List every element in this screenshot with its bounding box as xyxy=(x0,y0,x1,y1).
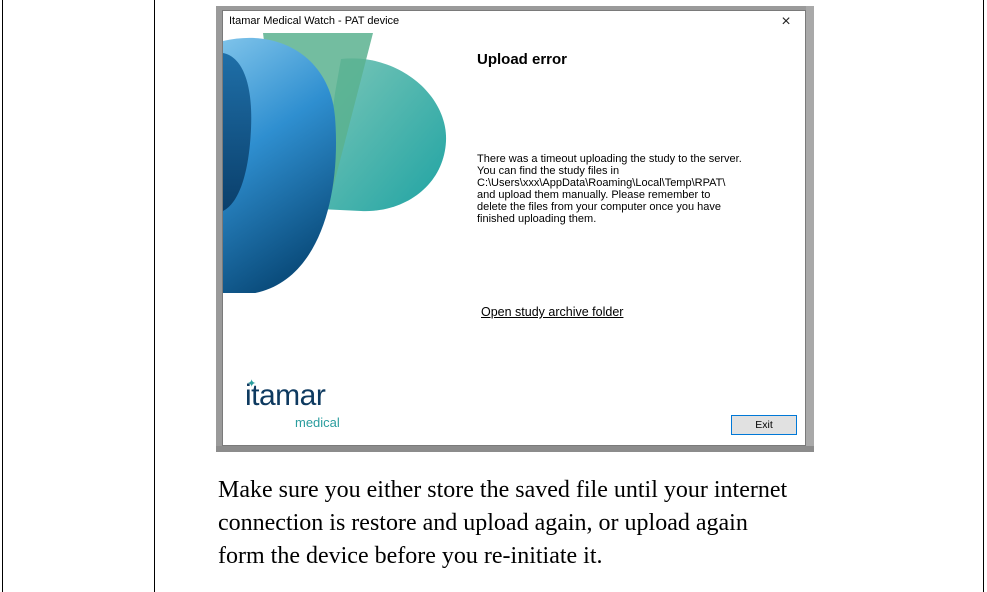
upload-error-dialog: Itamar Medical Watch - PAT device × Uplo… xyxy=(222,10,806,446)
close-icon[interactable]: × xyxy=(777,13,795,31)
logo-word: itamar xyxy=(245,379,326,412)
logo-subtitle: medical xyxy=(295,415,340,430)
message-line: and upload them manually. Please remembe… xyxy=(477,189,711,201)
instruction-line: form the device before you re-initiate i… xyxy=(218,543,603,569)
message-line: You can find the study files in xyxy=(477,165,620,177)
background-window-strip xyxy=(806,6,814,452)
message-line: delete the files from your computer once… xyxy=(477,201,721,213)
message-line: There was a timeout uploading the study … xyxy=(477,153,742,165)
instruction-line: Make sure you either store the saved fil… xyxy=(218,477,788,503)
dialog-heading: Upload error xyxy=(477,51,568,68)
instruction-text: Make sure you either store the saved fil… xyxy=(218,474,983,573)
brand-artwork xyxy=(223,33,453,293)
window-title: Itamar Medical Watch - PAT device xyxy=(229,15,400,27)
title-bar: Itamar Medical Watch - PAT device × xyxy=(223,11,805,33)
error-message: There was a timeout uploading the study … xyxy=(477,153,807,225)
exit-button[interactable]: Exit xyxy=(731,415,797,435)
dialog-screenshot: Itamar Medical Watch - PAT device × Uplo… xyxy=(216,6,814,452)
itamar-logo: ✦ itamar medical xyxy=(245,378,355,430)
open-archive-folder-link[interactable]: Open study archive folder xyxy=(481,305,623,319)
message-line: C:\Users\xxx\AppData\Roaming\Local\Temp\… xyxy=(477,177,726,189)
background-window-bottom xyxy=(216,446,814,452)
message-line: finished uploading them. xyxy=(477,213,597,225)
instruction-line: connection is restore and upload again, … xyxy=(218,510,748,536)
table-column-divider xyxy=(154,0,155,592)
